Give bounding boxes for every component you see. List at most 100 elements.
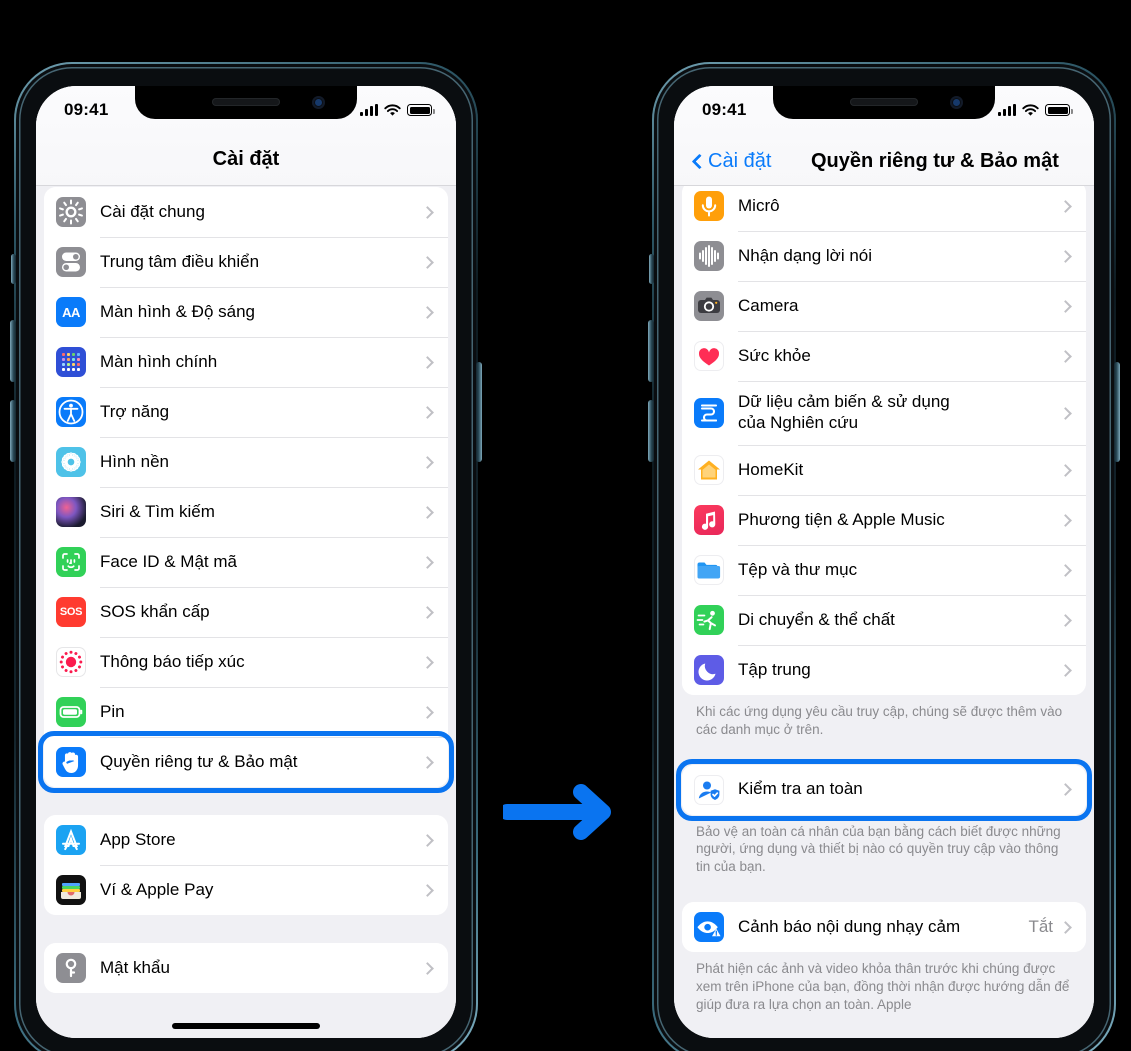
list-item[interactable]: Nhận dạng lời nói	[682, 231, 1086, 281]
list-item[interactable]: App Store	[44, 815, 448, 865]
back-button[interactable]: Cài đặt	[691, 150, 771, 173]
volume-down-button[interactable]	[648, 400, 654, 462]
list-item[interactable]: Tập trung	[682, 645, 1086, 695]
list-item[interactable]: Pin	[44, 687, 448, 737]
list-item[interactable]: Kiểm tra an toàn	[682, 764, 1086, 815]
privacy-card: Cảnh báo nội dung nhạy cảm Tắt	[682, 902, 1086, 953]
list-item-label: Phương tiện & Apple Music	[738, 509, 945, 529]
chevron-left-icon	[691, 153, 708, 170]
list-item-label: Pin	[100, 701, 125, 721]
right-iphone-device: Micrô Nhận dạng lời nói Camera Sức khỏe Dữ l…	[648, 62, 1120, 1051]
front-camera	[950, 96, 963, 109]
settings-group-2: App Store Ví & Apple Pay	[44, 815, 448, 915]
privacy-list[interactable]: Micrô Nhận dạng lời nói Camera Sức khỏe Dữ l…	[674, 86, 1094, 1038]
list-item[interactable]: Sức khỏe	[682, 331, 1086, 381]
list-item-label: Hình nền	[100, 451, 169, 471]
wallet-icon	[56, 875, 86, 905]
list-item[interactable]: Camera	[682, 281, 1086, 331]
battery-icon	[407, 104, 435, 116]
chevron-right-icon	[421, 555, 434, 569]
privacy-group-3: Cảnh báo nội dung nhạy cảm Tắt Phát hiện c…	[674, 902, 1094, 1013]
list-item-label: Cài đặt chung	[100, 201, 205, 221]
list-item[interactable]: Micrô	[682, 181, 1086, 231]
list-item[interactable]: Phương tiện & Apple Music	[682, 495, 1086, 545]
list-item[interactable]: Siri & Tìm kiếm	[44, 487, 448, 537]
list-item[interactable]: Quyền riêng tư & Bảo mật	[44, 737, 448, 787]
chevron-right-icon	[1059, 613, 1072, 627]
research-sensor-icon	[694, 398, 724, 428]
chevron-right-icon	[421, 405, 434, 419]
gear-icon	[56, 197, 86, 227]
list-item[interactable]: Hình nền	[44, 437, 448, 487]
list-item-label: Cảnh báo nội dung nhạy cảm	[738, 916, 961, 936]
chevron-right-icon	[1059, 199, 1072, 213]
list-item[interactable]: Cảnh báo nội dung nhạy cảm Tắt	[682, 902, 1086, 953]
list-item-label: SOS khẩn cấp	[100, 601, 210, 621]
power-button[interactable]	[476, 362, 482, 462]
list-item-label: Màn hình & Độ sáng	[100, 301, 255, 321]
list-item[interactable]: Trợ năng	[44, 387, 448, 437]
list-item-label: Face ID & Mật mã	[100, 551, 237, 571]
face-id-icon	[56, 547, 86, 577]
list-item-label: HomeKit	[738, 459, 804, 479]
list-item[interactable]: Cài đặt chung	[44, 187, 448, 237]
status-clock: 09:41	[64, 100, 109, 119]
list-item-label: Siri & Tìm kiếm	[100, 501, 215, 521]
list-item[interactable]: Trung tâm điều khiển	[44, 237, 448, 287]
left-notch	[135, 86, 357, 119]
apple-music-icon	[694, 505, 724, 535]
sensitive-content-icon	[694, 912, 724, 943]
health-heart-icon	[694, 341, 724, 371]
files-folder-icon	[694, 555, 724, 585]
privacy-card: Micrô Nhận dạng lời nói Camera Sức khỏe Dữ l…	[682, 181, 1086, 695]
chevron-right-icon	[1059, 406, 1072, 420]
settings-list[interactable]: Cài đặt chung Trung tâm điều khiển AA Màn h…	[36, 86, 456, 1038]
privacy-group-1: Micrô Nhận dạng lời nói Camera Sức khỏe Dữ l…	[674, 181, 1094, 739]
volume-down-button[interactable]	[10, 400, 16, 462]
list-item[interactable]: Dữ liệu cảm biến & sử dụng của Nghiên cứu	[682, 381, 1086, 445]
list-item[interactable]: Mật khẩu	[44, 943, 448, 993]
home-indicator[interactable]	[172, 1023, 320, 1029]
chevron-right-icon	[421, 605, 434, 619]
list-item[interactable]: SOS SOS khẩn cấp	[44, 587, 448, 637]
mute-switch[interactable]	[649, 254, 654, 284]
microphone-icon	[694, 191, 724, 221]
list-item[interactable]: Ví & Apple Pay	[44, 865, 448, 915]
list-item-label: Nhận dạng lời nói	[738, 245, 873, 265]
exposure-notification-icon	[56, 647, 86, 677]
page-title: Cài đặt	[212, 148, 280, 170]
list-item[interactable]: HomeKit	[682, 445, 1086, 495]
mute-switch[interactable]	[11, 254, 16, 284]
passwords-key-icon	[56, 953, 86, 983]
list-item[interactable]: Thông báo tiếp xúc	[44, 637, 448, 687]
list-item[interactable]: Màn hình chính	[44, 337, 448, 387]
chevron-right-icon	[1059, 299, 1072, 313]
list-item-label: Tệp và thư mục	[738, 559, 858, 579]
list-item[interactable]: AA Màn hình & Độ sáng	[44, 287, 448, 337]
front-camera	[312, 96, 325, 109]
list-item-label: Mật khẩu	[100, 957, 170, 977]
battery-icon	[1045, 104, 1073, 116]
homekit-icon	[694, 455, 724, 485]
chevron-right-icon	[421, 305, 434, 319]
list-item-label: Dữ liệu cảm biến & sử dụng của Nghiên cứu	[738, 392, 950, 432]
left-iphone-device: Cài đặt chung Trung tâm điều khiển AA Màn h…	[10, 62, 482, 1051]
chevron-right-icon	[1059, 463, 1072, 477]
chevron-right-icon	[1059, 663, 1072, 677]
list-item[interactable]: Tệp và thư mục	[682, 545, 1086, 595]
settings-group-1: Cài đặt chung Trung tâm điều khiển AA Màn h…	[44, 187, 448, 787]
right-notch	[773, 86, 995, 119]
control-center-icon	[56, 247, 86, 277]
list-item[interactable]: Di chuyển & thể chất	[682, 595, 1086, 645]
status-clock: 09:41	[702, 100, 747, 119]
earpiece-speaker	[850, 98, 918, 106]
volume-up-button[interactable]	[10, 320, 16, 382]
list-item[interactable]: Face ID & Mật mã	[44, 537, 448, 587]
chevron-right-icon	[421, 883, 434, 897]
volume-up-button[interactable]	[648, 320, 654, 382]
power-button[interactable]	[1114, 362, 1120, 462]
list-item-label: Quyền riêng tư & Bảo mật	[100, 751, 298, 771]
chevron-right-icon	[421, 255, 434, 269]
list-item-label: Trợ năng	[100, 401, 170, 421]
wallpaper-icon	[56, 447, 86, 477]
